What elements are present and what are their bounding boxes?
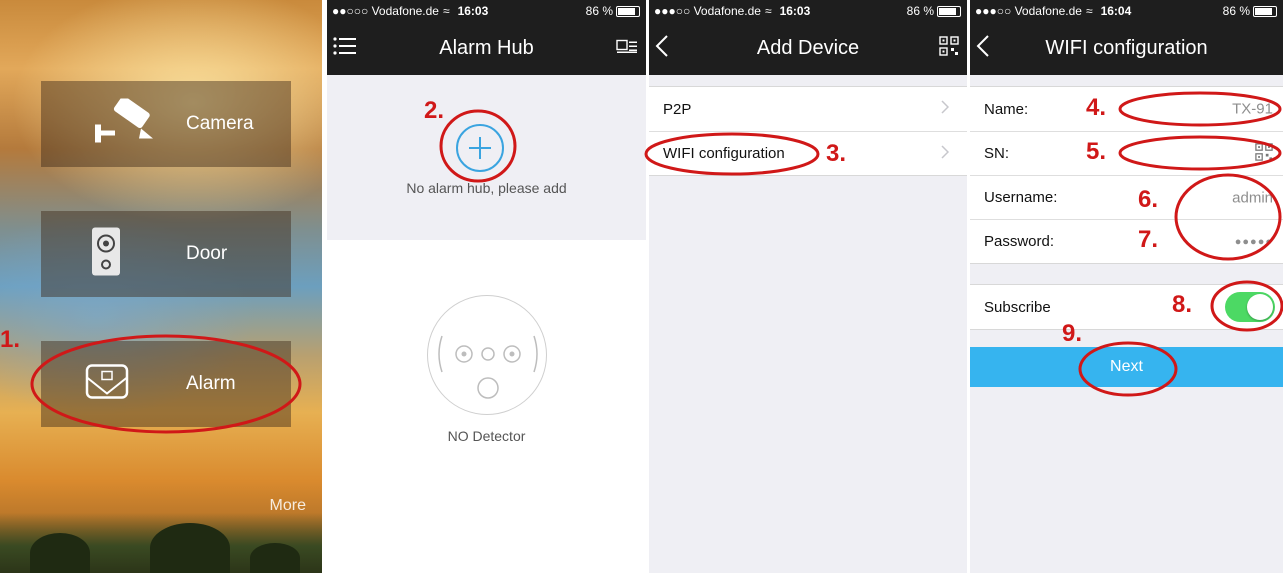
navigation-bar: Add Device (649, 22, 967, 75)
camera-label: Camera (186, 113, 254, 134)
name-field[interactable]: Name: TX-91 (970, 87, 1283, 131)
doorbell-icon (91, 227, 121, 282)
clock-text: 16:04 (1100, 4, 1132, 18)
next-button[interactable]: Next (970, 347, 1283, 387)
carrier-text: ●●●○○ Vodafone.de (654, 4, 761, 18)
tree-silhouette (30, 533, 90, 573)
clock-text: 16:03 (457, 4, 489, 18)
home-screen: Camera Door Alarm More (0, 0, 322, 573)
wifi-form: Name: TX-91 SN: Username: admin Password… (970, 86, 1283, 264)
name-value[interactable]: TX-91 (1232, 101, 1273, 118)
tree-silhouette (250, 543, 300, 573)
camera-tile[interactable]: Camera (41, 81, 291, 167)
field-label: SN: (984, 145, 1010, 162)
device-list-icon[interactable] (616, 37, 638, 60)
navigation-bar: WIFI configuration (970, 22, 1283, 75)
detector-placeholder-icon (427, 295, 547, 415)
subscribe-label: Subscribe (984, 298, 1051, 316)
field-label: Username: (984, 189, 1058, 206)
username-value[interactable]: admin (1232, 189, 1273, 206)
alarm-tile[interactable]: Alarm (41, 341, 291, 427)
alarm-hub-empty-area: No alarm hub, please add (327, 75, 646, 240)
battery-indicator: 86 % (1223, 4, 1277, 18)
battery-icon (616, 5, 640, 17)
menu-icon[interactable] (333, 36, 357, 62)
battery-icon (1253, 5, 1277, 17)
annotation-number: 8. (1172, 291, 1193, 318)
battery-icon (937, 5, 961, 17)
annotation-number: 9. (1062, 320, 1083, 347)
door-label: Door (186, 243, 228, 264)
carrier-text: ●●●○○ Vodafone.de (975, 4, 1082, 18)
battery-text: 86 % (906, 4, 934, 18)
carrier-text: ●●○○○ Vodafone.de (332, 4, 439, 18)
annotation-number: 5. (1086, 138, 1107, 165)
battery-indicator: 86 % (586, 4, 640, 18)
annotation-number: 1. (0, 326, 21, 353)
alarm-icon (85, 364, 129, 405)
list-item-wifi-configuration[interactable]: WIFI configuration (649, 131, 967, 175)
add-device-screen: ●●●○○ Vodafone.de ≈ 16:03 86 % Add Devic… (649, 0, 967, 573)
annotation-number: 3. (826, 140, 847, 167)
username-field[interactable]: Username: admin (970, 175, 1283, 219)
field-label: Password: (984, 233, 1055, 250)
annotation-number: 6. (1138, 186, 1159, 213)
subscribe-row: Subscribe (970, 285, 1283, 329)
battery-indicator: 86 % (907, 4, 961, 18)
battery-text: 86 % (1222, 4, 1250, 18)
clock-text: 16:03 (779, 4, 811, 18)
alarm-label: Alarm (186, 373, 236, 394)
password-field[interactable]: Password: ●●●●● (970, 219, 1283, 263)
wifi-icon: ≈ (442, 4, 450, 18)
qr-code-icon[interactable] (939, 35, 959, 62)
password-value[interactable]: ●●●●● (1235, 236, 1273, 248)
navigation-bar: Alarm Hub (327, 22, 646, 75)
wifi-icon: ≈ (764, 4, 772, 18)
page-title: WIFI configuration (1045, 37, 1208, 59)
camera-icon (91, 96, 155, 150)
page-title: Add Device (756, 37, 860, 59)
status-bar: ●●○○○ Vodafone.de ≈ 16:03 86 % (327, 0, 646, 22)
alarm-hub-screen: ●●○○○ Vodafone.de ≈ 16:03 86 % Alarm Hub… (327, 0, 646, 573)
wifi-icon: ≈ (1085, 4, 1093, 18)
annotation-number: 4. (1086, 94, 1107, 121)
empty-hub-text: No alarm hub, please add (406, 180, 567, 196)
list-item-p2p[interactable]: P2P (649, 87, 967, 131)
no-detector-text: NO Detector (447, 428, 526, 444)
back-chevron-icon[interactable] (976, 34, 990, 63)
annotation-number: 2. (424, 97, 445, 124)
door-tile[interactable]: Door (41, 211, 291, 297)
sn-field[interactable]: SN: (970, 131, 1283, 175)
add-hub-button[interactable] (456, 124, 504, 172)
subscribe-group: Subscribe (970, 284, 1283, 330)
wifi-configuration-screen: ●●●○○ Vodafone.de ≈ 16:04 86 % WIFI conf… (970, 0, 1283, 573)
back-chevron-icon[interactable] (655, 34, 669, 63)
status-bar: ●●●○○ Vodafone.de ≈ 16:03 86 % (649, 0, 967, 22)
chevron-right-icon (941, 144, 950, 163)
annotation-number: 7. (1138, 226, 1159, 253)
battery-text: 86 % (585, 4, 613, 18)
status-bar: ●●●○○ Vodafone.de ≈ 16:04 86 % (970, 0, 1283, 22)
device-type-list: P2P WIFI configuration (649, 86, 967, 176)
list-item-label: P2P (663, 100, 692, 118)
list-item-label: WIFI configuration (663, 145, 785, 162)
qr-scan-icon[interactable] (1255, 142, 1273, 165)
tree-silhouette (150, 523, 230, 573)
page-title: Alarm Hub (439, 37, 534, 59)
subscribe-toggle[interactable] (1225, 292, 1275, 322)
field-label: Name: (984, 100, 1029, 118)
chevron-right-icon (941, 100, 950, 118)
more-link[interactable]: More (270, 497, 306, 515)
